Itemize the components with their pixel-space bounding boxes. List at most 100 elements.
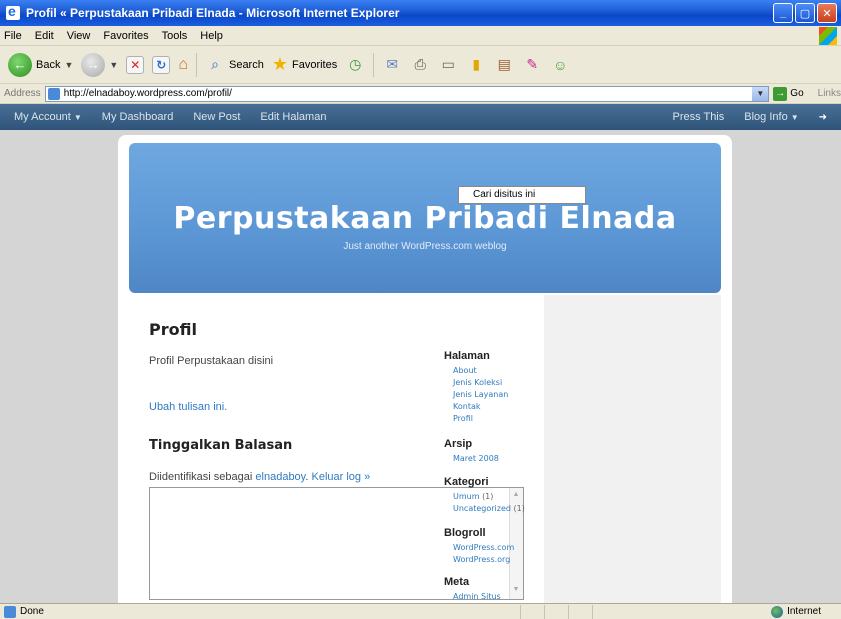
favorites-star-icon: ★ <box>271 54 288 74</box>
sidebar-item-uncategorized[interactable]: Uncategorized (1) <box>444 503 525 515</box>
arrow-right-icon[interactable]: ➜ <box>819 112 827 123</box>
toolbar-separator <box>195 52 197 77</box>
discuss-icon[interactable]: ✎ <box>522 55 542 75</box>
address-bar: Address http://elnadaboy.wordpress.com/p… <box>0 84 841 104</box>
messenger-icon[interactable]: ▮ <box>466 55 486 75</box>
blog-title[interactable]: Perpustakaan Pribadi Elnada <box>129 201 721 236</box>
chevron-down-icon: ▼ <box>73 113 82 122</box>
window-title: Profil « Perpustakaan Pribadi Elnada - M… <box>26 6 400 20</box>
sidebar-item-jenis-koleksi[interactable]: Jenis Koleksi <box>444 377 508 389</box>
sidebar-item-wordpress-com[interactable]: WordPress.com <box>444 542 514 554</box>
go-label: Go <box>790 88 804 99</box>
wordpress-admin-bar: My Account ▼ My Dashboard New Post Edit H… <box>0 104 841 130</box>
toolbar-separator <box>373 52 375 77</box>
stop-icon[interactable]: ✕ <box>126 55 145 74</box>
status-text: Done <box>20 606 44 617</box>
widget-heading: Kategori <box>444 476 489 488</box>
sidebar-item-about[interactable]: About <box>444 365 508 377</box>
chevron-down-icon: ▼ <box>790 113 799 122</box>
logged-prefix: Diidentifikasi sebagai <box>149 471 253 483</box>
menu-tools[interactable]: Tools <box>162 30 188 42</box>
forward-dropdown-icon[interactable]: ▼ <box>109 60 118 70</box>
forward-button[interactable]: → ▼ <box>81 52 118 77</box>
status-cell <box>544 604 568 619</box>
widget-kategori: Kategori Umum (1) Uncategorized (1) <box>444 476 525 515</box>
menu-help[interactable]: Help <box>200 30 223 42</box>
search-label: Search <box>228 58 264 71</box>
scroll-down-icon[interactable]: ▼ <box>511 586 521 596</box>
edit-icon[interactable]: ▭ <box>438 55 458 75</box>
back-button[interactable]: ← Back ▼ <box>8 52 73 77</box>
links-button[interactable]: Links <box>818 88 841 99</box>
blog-info-menu[interactable]: Blog Info ▼ <box>744 111 798 123</box>
post-title: Profil <box>149 320 197 339</box>
status-cell <box>568 604 592 619</box>
new-post-link[interactable]: New Post <box>193 111 240 123</box>
messenger-people-icon[interactable]: ☺ <box>550 55 570 75</box>
status-bar: Done Internet <box>0 603 841 619</box>
sidebar-item-wordpress-org[interactable]: WordPress.org <box>444 554 514 566</box>
page-icon <box>47 87 60 100</box>
post-body: Profil Perpustakaan disini <box>149 355 274 367</box>
my-dashboard-link[interactable]: My Dashboard <box>102 111 174 123</box>
sidebar-item-umum[interactable]: Umum (1) <box>444 491 525 503</box>
widget-heading: Halaman <box>444 350 490 362</box>
widget-heading: Meta <box>444 576 470 588</box>
widget-heading: Arsip <box>444 438 473 450</box>
window-title-bar: Profil « Perpustakaan Pribadi Elnada - M… <box>0 0 841 26</box>
reply-heading: Tinggalkan Balasan <box>149 438 293 453</box>
blog-header: Perpustakaan Pribadi Elnada Just another… <box>129 143 721 293</box>
minimize-button[interactable]: _ <box>773 3 793 23</box>
refresh-icon[interactable]: ↻ <box>152 55 171 74</box>
edit-page-link[interactable]: Edit Halaman <box>260 111 326 123</box>
address-input[interactable]: http://elnadaboy.wordpress.com/profil/ ▼ <box>44 85 770 102</box>
zone-label: Internet <box>787 606 821 617</box>
address-label: Address <box>4 88 41 99</box>
widget-blogroll: Blogroll WordPress.com WordPress.org <box>444 527 514 566</box>
favorites-button[interactable]: ★ Favorites <box>272 54 337 75</box>
security-zone: Internet <box>771 605 821 618</box>
sidebar-item-maret-2008[interactable]: Maret 2008 <box>444 453 499 465</box>
forward-arrow-icon: → <box>81 52 106 77</box>
research-icon[interactable]: ▤ <box>494 55 514 75</box>
go-button[interactable]: → Go <box>773 86 804 101</box>
page-done-icon <box>4 605 16 618</box>
menu-file[interactable]: File <box>4 30 22 42</box>
menu-view[interactable]: View <box>67 30 91 42</box>
menu-bar: File Edit View Favorites Tools Help <box>0 26 841 46</box>
menu-favorites[interactable]: Favorites <box>103 30 148 42</box>
toolbar: ← Back ▼ → ▼ ✕ ↻ ⌂ ⌕ Search ★ Favorites … <box>0 46 841 84</box>
widget-heading: Blogroll <box>444 527 486 539</box>
address-dropdown-icon[interactable]: ▼ <box>752 86 769 101</box>
status-cell <box>592 604 616 619</box>
ie-icon <box>6 3 20 20</box>
print-icon[interactable]: ⎙ <box>410 55 430 75</box>
back-label: Back <box>36 58 61 71</box>
status-cell <box>520 604 544 619</box>
press-this-link[interactable]: Press This <box>673 111 725 123</box>
history-icon[interactable]: ◷ <box>345 55 365 75</box>
sidebar-item-admin-situs[interactable]: Admin Situs <box>444 591 501 603</box>
favorites-label: Favorites <box>291 58 338 71</box>
sidebar-search-input[interactable]: Cari disitus ini <box>458 186 586 204</box>
globe-icon <box>771 605 784 618</box>
widget-meta: Meta Admin Situs <box>444 576 501 603</box>
search-button[interactable]: ⌕ Search <box>205 55 264 75</box>
sidebar-item-jenis-layanan[interactable]: Jenis Layanan <box>444 389 508 401</box>
maximize-button[interactable]: ▢ <box>795 3 815 23</box>
my-account-menu[interactable]: My Account ▼ <box>14 111 82 123</box>
sidebar-item-profil[interactable]: Profil <box>444 413 508 425</box>
search-icon: ⌕ <box>211 56 219 72</box>
sidebar-item-kontak[interactable]: Kontak <box>444 401 508 413</box>
blog-tagline: Just another WordPress.com weblog <box>343 241 507 252</box>
go-arrow-icon: → <box>773 86 788 101</box>
back-dropdown-icon[interactable]: ▼ <box>64 60 73 70</box>
menu-edit[interactable]: Edit <box>35 30 54 42</box>
user-link[interactable]: elnadaboy <box>255 471 305 483</box>
home-icon[interactable]: ⌂ <box>178 56 188 74</box>
logout-link[interactable]: Keluar log » <box>311 471 370 483</box>
close-button[interactable]: ✕ <box>817 3 837 23</box>
widget-arsip: Arsip Maret 2008 <box>444 438 499 465</box>
edit-post-link[interactable]: Ubah tulisan ini. <box>149 401 227 413</box>
mail-icon[interactable]: ✉ <box>382 55 402 75</box>
